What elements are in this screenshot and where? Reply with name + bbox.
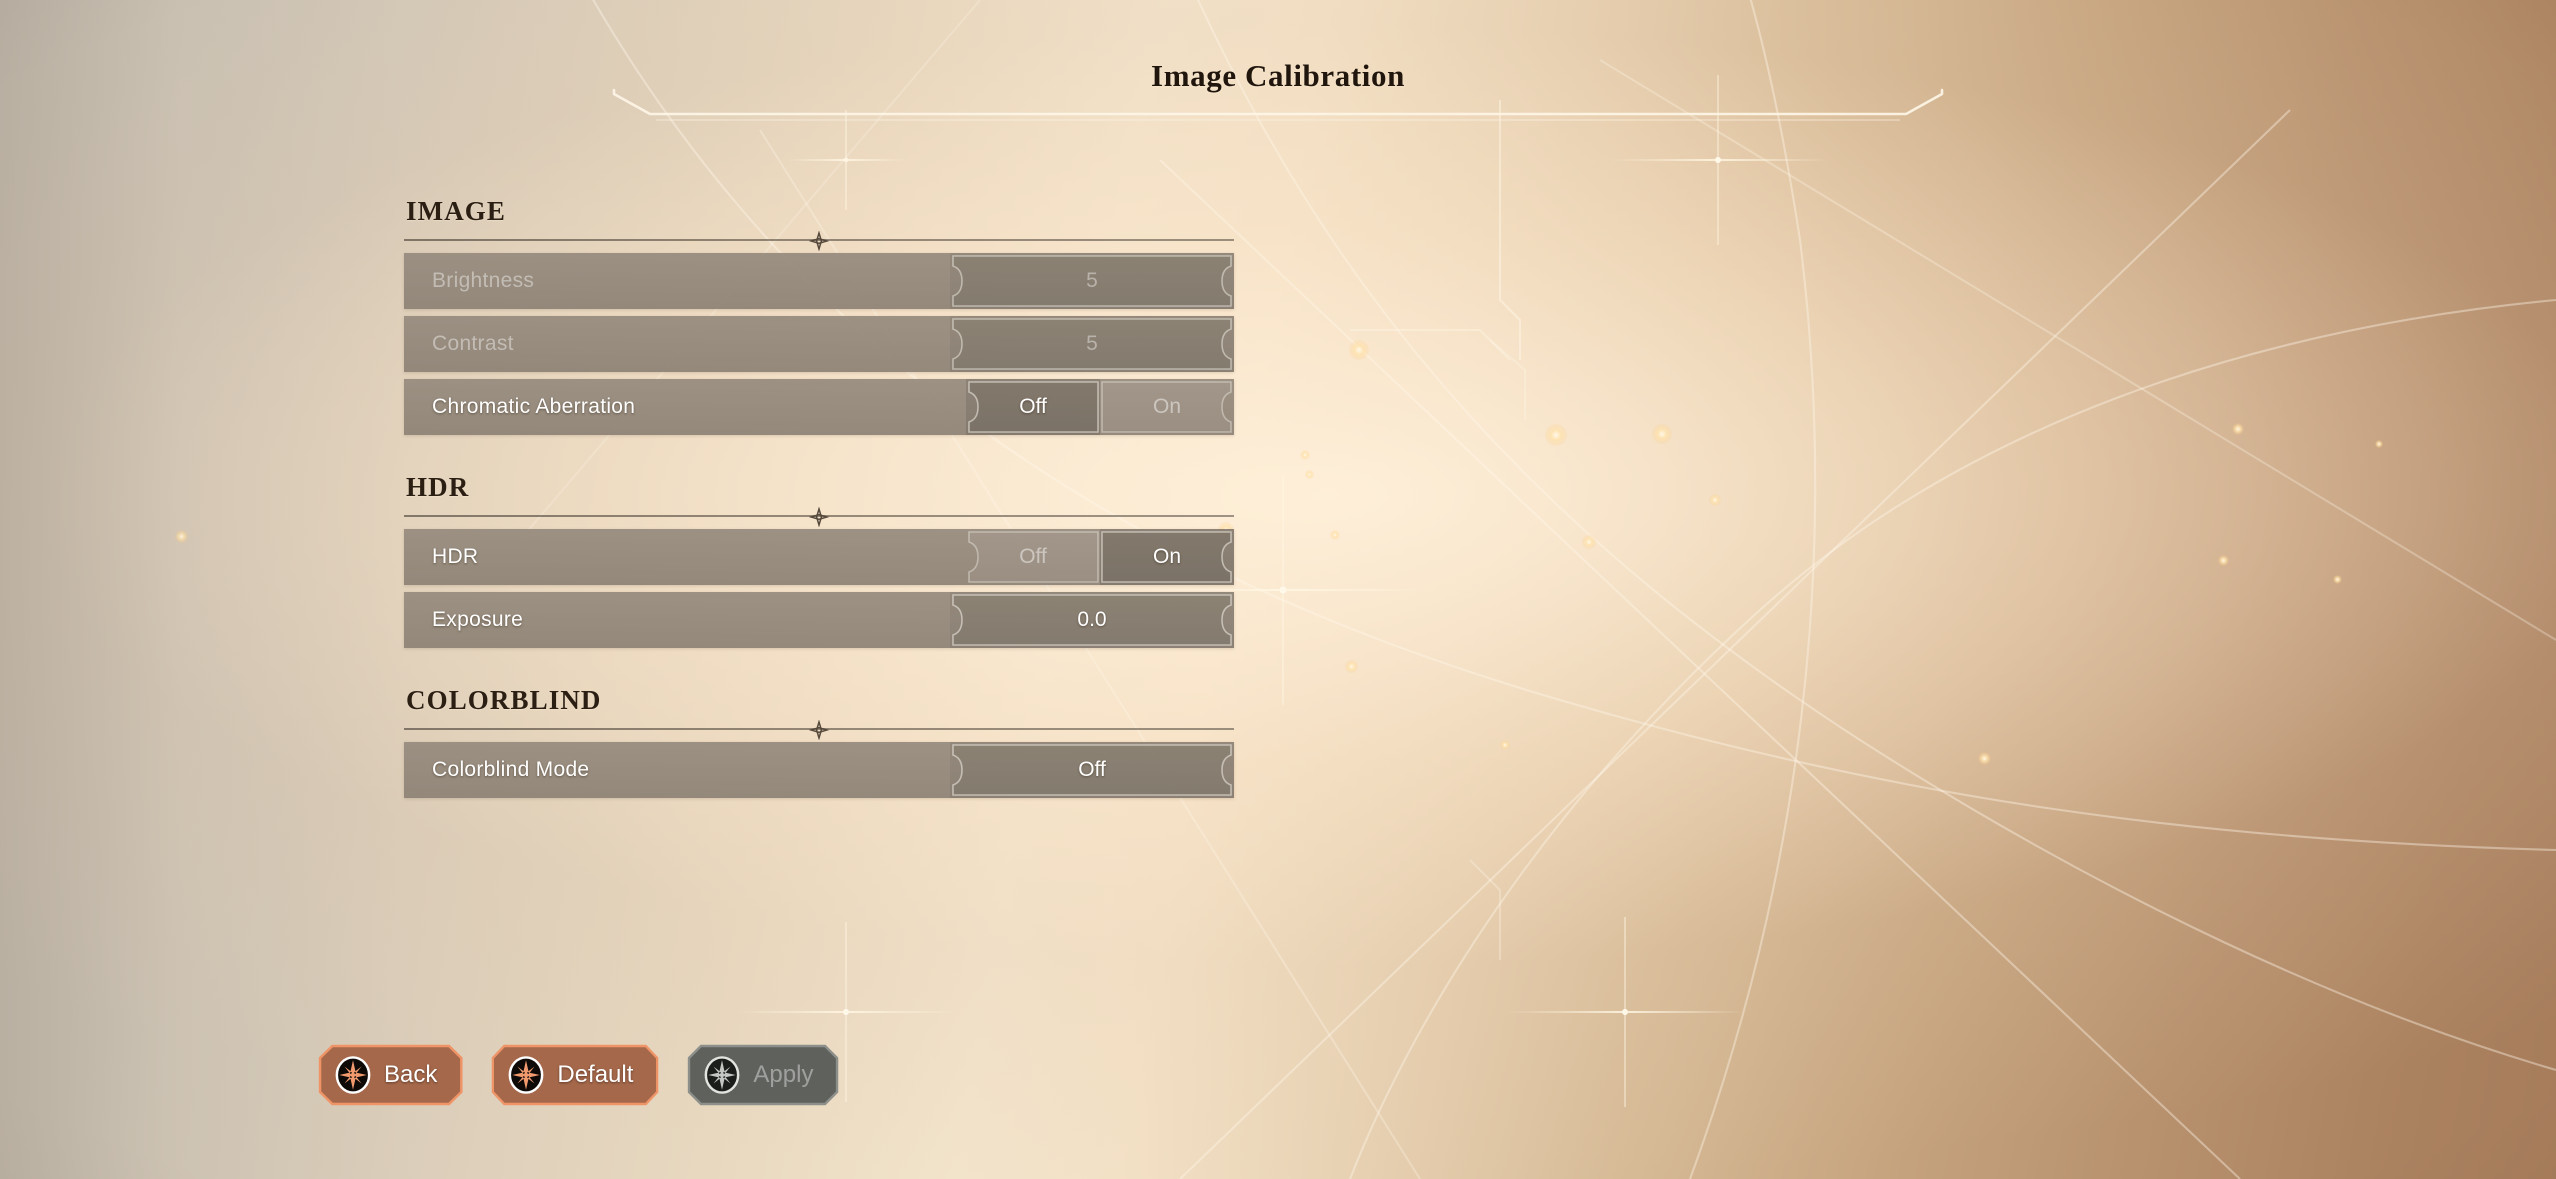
value-text: 5 (1086, 269, 1098, 292)
page-title: Image Calibration (1151, 58, 1405, 93)
diamond-ornament-icon (809, 231, 829, 251)
toggle-option-on[interactable]: On (1100, 529, 1234, 585)
back-button[interactable]: Back (318, 1044, 463, 1106)
value-stepper-contrast[interactable]: 5 (950, 316, 1234, 372)
value-text: Off (1078, 758, 1106, 781)
compass-rose-icon (334, 1056, 372, 1094)
setting-row-hdr[interactable]: HDR Off On (404, 529, 1234, 585)
setting-label: Brightness (432, 269, 535, 292)
section-colorblind: COLORBLIND Colorblind Mode Off (404, 685, 1234, 798)
game-settings-screen: Image Calibration IMAGE Brightness 5 Con… (0, 0, 2556, 1179)
section-title-colorblind: COLORBLIND (406, 685, 602, 715)
toggle-label: On (1152, 395, 1181, 418)
button-label: Default (557, 1061, 634, 1088)
toggle-option-on[interactable]: On (1100, 379, 1234, 435)
button-label: Apply (753, 1061, 814, 1088)
setting-row-brightness[interactable]: Brightness 5 (404, 253, 1234, 309)
value-stepper-exposure[interactable]: 0.0 (950, 592, 1234, 648)
setting-label: Chromatic Aberration (432, 395, 636, 418)
toggle-label: Off (1019, 545, 1047, 568)
footer-button-bar: Back Default Apply (318, 1044, 839, 1106)
setting-row-exposure[interactable]: Exposure 0.0 (404, 592, 1234, 648)
setting-label: Colorblind Mode (432, 758, 590, 781)
section-title-image: IMAGE (406, 196, 506, 226)
value-text: 0.0 (1077, 608, 1107, 631)
setting-row-chromatic-aberration[interactable]: Chromatic Aberration Off On (404, 379, 1234, 435)
diamond-ornament-icon (809, 507, 829, 527)
value-stepper-brightness[interactable]: 5 (950, 253, 1234, 309)
button-label: Back (384, 1061, 438, 1088)
background-vignette (0, 0, 2556, 1179)
value-selector-colorblind-mode[interactable]: Off (950, 742, 1234, 798)
compass-rose-icon (703, 1056, 741, 1094)
setting-label: Exposure (432, 608, 524, 631)
section-title-hdr: HDR (406, 472, 470, 502)
settings-panel: IMAGE Brightness 5 Contrast 5 Chromatic … (404, 196, 1234, 805)
section-divider (404, 720, 1234, 740)
toggle-group-hdr: Off On (966, 529, 1234, 585)
default-button[interactable]: Default (491, 1044, 659, 1106)
toggle-label: Off (1019, 395, 1047, 418)
setting-row-contrast[interactable]: Contrast 5 (404, 316, 1234, 372)
page-header: Image Calibration (0, 0, 2556, 140)
section-divider (404, 231, 1234, 251)
apply-button[interactable]: Apply (687, 1044, 839, 1106)
compass-rose-icon (507, 1056, 545, 1094)
diamond-ornament-icon (809, 720, 829, 740)
section-image: IMAGE Brightness 5 Contrast 5 Chromatic … (404, 196, 1234, 435)
setting-label: HDR (432, 545, 479, 568)
value-text: 5 (1086, 332, 1098, 355)
toggle-option-off[interactable]: Off (966, 379, 1100, 435)
section-divider (404, 507, 1234, 527)
toggle-group-chromatic-aberration: Off On (966, 379, 1234, 435)
toggle-option-off[interactable]: Off (966, 529, 1100, 585)
toggle-label: On (1152, 545, 1181, 568)
setting-row-colorblind-mode[interactable]: Colorblind Mode Off (404, 742, 1234, 798)
setting-label: Contrast (432, 332, 514, 355)
section-hdr: HDR HDR Off On Exposure 0.0 (404, 472, 1234, 648)
